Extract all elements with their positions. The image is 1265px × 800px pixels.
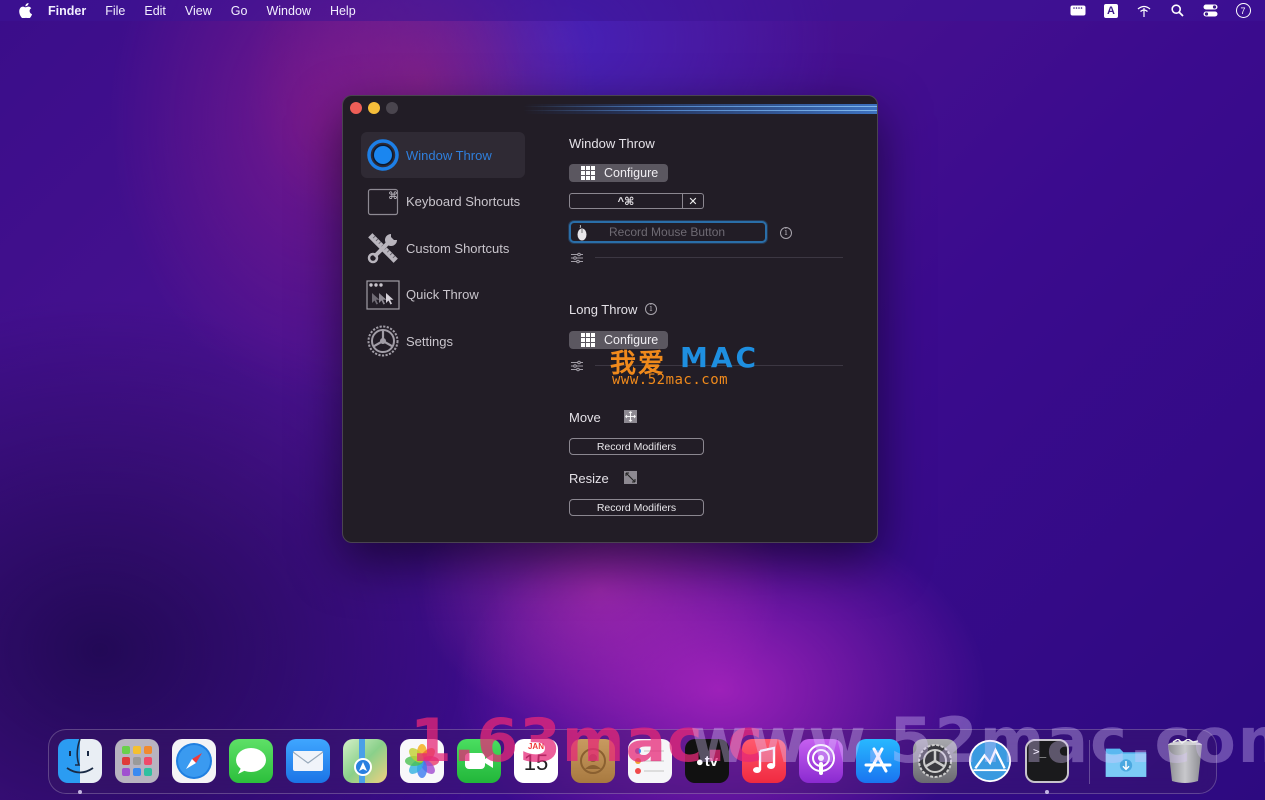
sidebar-item-window-throw[interactable]: Window Throw [361, 132, 525, 178]
menu-help[interactable]: Help [330, 4, 356, 18]
dock-maps[interactable] [343, 739, 387, 783]
sidebar-item-label: Custom Shortcuts [406, 240, 510, 256]
record-mouse-placeholder: Record Mouse Button [609, 225, 726, 239]
sidebar-item-label: Keyboard Shortcuts [406, 194, 521, 209]
grid-icon [581, 333, 595, 347]
menu-view[interactable]: View [185, 4, 212, 18]
resize-label: Resize [569, 471, 609, 486]
dock-mail[interactable] [286, 739, 330, 783]
shortcut-recorder-field[interactable]: ^⌘ [569, 193, 683, 209]
maps-icon [354, 739, 372, 783]
configure-label: Configure [604, 166, 659, 180]
move-record-modifiers-button[interactable]: Record Modifiers [569, 438, 704, 455]
wifi-icon[interactable] [1136, 4, 1152, 18]
move-label: Move [569, 410, 601, 425]
running-indicator [78, 790, 82, 794]
sidebar: Window Throw ⌘ Keyboard Shortcuts Custom… [361, 132, 525, 365]
menu-window[interactable]: Window [266, 4, 310, 18]
info-icon[interactable]: i [780, 227, 792, 239]
long-throw-info-icon[interactable]: i [645, 303, 657, 315]
watermark-url: www.52mac.com [612, 372, 729, 388]
sidebar-item-settings[interactable]: Settings [361, 318, 525, 364]
dock-safari[interactable] [172, 739, 216, 783]
menu-edit[interactable]: Edit [144, 4, 166, 18]
content-pane: Window Throw Configure ^⌘ ✕ Record Mouse… [569, 96, 859, 542]
record-mouse-button-field[interactable]: Record Mouse Button [569, 221, 767, 243]
dock-launchpad[interactable] [115, 739, 159, 783]
slider-track[interactable] [595, 257, 843, 258]
menu-bar: Finder File Edit View Go Window Help A 7 [0, 0, 1265, 21]
sliders-icon [571, 251, 583, 264]
watermark-mac-text: MAC [680, 341, 760, 374]
minimize-window-button[interactable] [368, 102, 380, 114]
notification-count: 7 [1235, 3, 1251, 18]
sliders-icon [571, 359, 583, 372]
tools-icon [366, 231, 400, 265]
apple-menu-icon[interactable] [18, 3, 32, 18]
input-source-icon[interactable]: A [1103, 3, 1119, 18]
finder-icon [66, 739, 94, 774]
launchpad-icon [122, 746, 152, 776]
menu-app-name[interactable]: Finder [48, 4, 86, 18]
menu-go[interactable]: Go [231, 4, 248, 18]
sidebar-item-label: Settings [406, 333, 453, 349]
move-arrows-icon [624, 410, 637, 423]
app-window: Window Throw ⌘ Keyboard Shortcuts Custom… [342, 95, 878, 543]
messages-bubble-icon [236, 748, 266, 774]
input-source-label: A [1104, 3, 1118, 18]
quick-throw-icon [366, 278, 400, 312]
notification-badge-icon[interactable]: 7 [1235, 3, 1251, 18]
running-indicator [1045, 790, 1049, 794]
grid-icon [581, 166, 595, 180]
keyboard-shortcut-icon: ⌘ [366, 185, 400, 219]
svg-text:⌘: ⌘ [388, 191, 398, 202]
watermark-overlay-right: www.52mac.com [690, 704, 1265, 777]
window-throw-speed-slider[interactable] [569, 251, 843, 264]
sidebar-item-custom-shortcuts[interactable]: Custom Shortcuts [361, 225, 525, 271]
long-throw-heading: Long Throw [569, 302, 638, 317]
safari-compass-icon [176, 743, 212, 779]
menu-file[interactable]: File [105, 4, 125, 18]
window-throw-icon [366, 138, 400, 172]
resize-record-modifiers-button[interactable]: Record Modifiers [569, 499, 704, 516]
dock-finder[interactable] [58, 739, 102, 783]
mail-envelope-icon [292, 751, 324, 771]
clear-shortcut-button[interactable]: ✕ [683, 193, 704, 209]
resize-diagonal-icon [624, 471, 637, 484]
window-throw-configure-button[interactable]: Configure [569, 164, 668, 182]
sidebar-item-label: Quick Throw [406, 287, 479, 302]
sidebar-item-keyboard-shortcuts[interactable]: ⌘ Keyboard Shortcuts [361, 179, 525, 225]
mouse-icon [577, 224, 587, 241]
settings-gear-icon [366, 324, 400, 358]
sidebar-item-label: Window Throw [406, 147, 492, 163]
control-center-icon[interactable] [1202, 4, 1218, 18]
dock-messages[interactable] [229, 739, 273, 783]
window-throw-heading: Window Throw [569, 136, 655, 151]
sidebar-item-quick-throw[interactable]: Quick Throw [361, 272, 525, 318]
close-window-button[interactable] [350, 102, 362, 114]
keyboard-brightness-icon[interactable] [1070, 4, 1086, 18]
zoom-window-button[interactable] [386, 102, 398, 114]
spotlight-search-icon[interactable] [1169, 4, 1185, 18]
